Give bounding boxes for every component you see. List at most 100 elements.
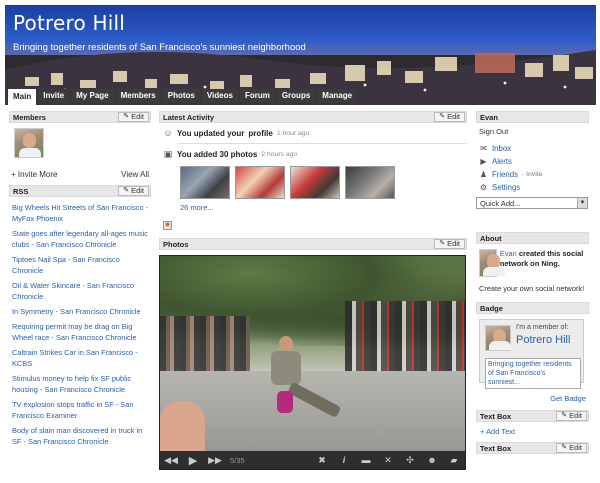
fullscreen-icon[interactable]: ✕ — [377, 455, 399, 466]
photos-edit-button[interactable]: ✎ Edit — [434, 239, 465, 249]
tab-photos[interactable]: Photos — [162, 89, 200, 103]
rss-item[interactable]: Big Wheels Hit Streets of San Francisco … — [12, 202, 148, 224]
site-tagline: Bringing together residents of San Franc… — [13, 42, 306, 53]
rss-item[interactable]: Oil & Water Skincare - San Francisco Chr… — [12, 280, 148, 302]
photo-slideshow[interactable]: ◀◀ ▶ ▶▶ 5/35 ✖ i ▬ ✕ ✣ ☻ ▰ — [159, 255, 466, 470]
activity-module-header: Latest Activity ✎ Edit — [159, 111, 467, 123]
settings-link[interactable]: ⚙ Settings — [479, 181, 586, 193]
add-text-link[interactable]: + Add Text — [480, 427, 589, 436]
member-avatar[interactable] — [14, 128, 44, 158]
add-user-icon[interactable]: ☻ — [421, 455, 443, 466]
more-photos-link[interactable]: 26 more... — [180, 203, 467, 212]
tab-videos[interactable]: Videos — [201, 89, 238, 103]
textbox-module-header: Text Box ✎ Edit — [476, 410, 589, 422]
tab-forum[interactable]: Forum — [239, 89, 275, 103]
members-edit-button[interactable]: ✎ Edit — [118, 112, 149, 122]
textbox-title: Text Box — [480, 411, 512, 421]
invite-more-link[interactable]: + Invite More — [11, 170, 57, 179]
edit-label: Edit — [131, 186, 144, 195]
activity-time: 1 hour ago — [276, 129, 310, 137]
edit-label: Edit — [447, 112, 460, 121]
share-icon[interactable]: ✣ — [399, 455, 421, 466]
slideshow-photo — [255, 336, 342, 431]
user-panel-header: Evan — [476, 111, 589, 123]
settings-icon: ⚙ — [479, 182, 488, 192]
chevron-down-icon: ▼ — [577, 198, 587, 208]
rss-item[interactable]: Body of slain man discovered in truck in… — [12, 425, 148, 447]
alerts-icon: ▶ — [480, 156, 487, 166]
activity-edit-button[interactable]: ✎ Edit — [434, 112, 465, 122]
next-icon[interactable]: ▶▶ — [204, 455, 226, 466]
pencil-icon: ✎ — [561, 444, 568, 451]
profile-link[interactable]: profile — [248, 129, 272, 138]
rss-item[interactable]: Requiring permit may be drag on Big Whee… — [12, 321, 148, 343]
inbox-link[interactable]: ✉ Inbox — [479, 142, 586, 154]
invite-friends-link[interactable]: - Invite — [522, 171, 542, 178]
rss-item[interactable]: In Symmetry - San Francisco Chronicle — [12, 306, 148, 317]
alerts-link[interactable]: ▶ Alerts — [479, 155, 586, 167]
tab-main[interactable]: Main — [8, 89, 37, 105]
right-column: Evan Sign Out ✉ Inbox ▶ Alerts ♟ Friends - I… — [476, 111, 589, 454]
textbox2-module-header: Text Box ✎ Edit — [476, 442, 589, 454]
menu-icon[interactable]: ▬ — [355, 455, 377, 466]
photo-thumbnail[interactable] — [290, 166, 340, 199]
activity-time: 2 hours ago — [261, 151, 298, 158]
photo-thumbnail[interactable] — [235, 166, 285, 199]
tab-members[interactable]: Members — [115, 89, 161, 103]
tab-manage[interactable]: Manage — [317, 89, 358, 103]
close-icon[interactable]: ✖ — [311, 455, 333, 466]
pencil-icon: ✎ — [123, 187, 130, 194]
slide-counter: 5/35 — [230, 455, 245, 465]
left-column: Members ✎ Edit + Invite More View All RSS… — [9, 111, 151, 451]
creator-link[interactable]: Evan — [500, 249, 517, 258]
site-title[interactable]: Potrero Hill — [13, 11, 125, 35]
rss-item[interactable]: Caltrain Strikes Car in San Francisco - … — [12, 347, 148, 369]
about-module-header: About — [476, 232, 589, 244]
activity-item-profile: ☺ You updated your profile 1 hour ago — [163, 128, 467, 138]
textbox2-title: Text Box — [480, 443, 512, 453]
person-icon: ☺ — [163, 128, 173, 138]
photos-module-header: Photos ✎ Edit — [159, 238, 467, 250]
photo-thumbnail[interactable] — [180, 166, 230, 199]
photo-icon: ▣ — [163, 149, 173, 159]
rss-item[interactable]: Tiptoes Nail Spa - San Francisco Chronic… — [12, 254, 148, 276]
quick-add-select[interactable]: Quick Add... ▼ — [476, 197, 588, 209]
rss-module-header: RSS ✎ Edit — [9, 185, 151, 197]
about-content: Evan created this social network on Ning… — [479, 249, 589, 277]
site-header: Potrero Hill Bringing together residents… — [5, 5, 596, 105]
badge-tagline: Bringing together residents of San Franc… — [485, 358, 581, 389]
quick-add-value: Quick Add... — [480, 198, 521, 208]
tab-my-page[interactable]: My Page — [71, 89, 114, 103]
pencil-icon: ✎ — [439, 113, 446, 120]
play-icon[interactable]: ▶ — [182, 454, 204, 467]
rewind-icon[interactable]: ◀◀ — [160, 455, 182, 466]
sign-out-link[interactable]: Sign Out — [479, 127, 586, 136]
activity-title: Latest Activity — [163, 112, 214, 122]
tab-groups[interactable]: Groups — [276, 89, 316, 103]
friends-icon: ♟ — [479, 169, 488, 179]
tab-invite[interactable]: Invite — [38, 89, 70, 103]
rss-item[interactable]: TV explosion stops traffic in SF - San F… — [12, 399, 148, 421]
rss-item[interactable]: Stimulus money to help fix SF public hou… — [12, 373, 148, 395]
user-panel: Sign Out ✉ Inbox ▶ Alerts ♟ Friends - Invite… — [476, 123, 589, 193]
view-all-link[interactable]: View All — [121, 170, 149, 179]
comment-icon[interactable]: ▰ — [443, 455, 465, 466]
creator-avatar[interactable] — [479, 249, 505, 277]
inbox-icon: ✉ — [480, 143, 487, 153]
divider — [177, 143, 467, 144]
textbox2-edit-button[interactable]: ✎ Edit — [556, 443, 587, 453]
info-icon[interactable]: i — [333, 455, 355, 466]
get-badge-link[interactable]: Get Badge — [476, 394, 586, 403]
friends-label: Friends — [492, 169, 518, 179]
rss-item[interactable]: State goes after legendary all-ages musi… — [12, 228, 148, 250]
inbox-label: Inbox — [492, 143, 512, 153]
about-creator: Evan created this social network on Ning… — [500, 249, 589, 277]
textbox-edit-button[interactable]: ✎ Edit — [556, 411, 587, 421]
settings-label: Settings — [492, 182, 521, 192]
friends-link[interactable]: ♟ Friends - Invite — [479, 168, 586, 180]
photo-thumbnail[interactable] — [345, 166, 395, 199]
network-badge[interactable]: I'm a member of: Potrero Hill Bringing t… — [479, 319, 584, 389]
create-network-link[interactable]: Create your own social network! — [479, 284, 586, 294]
rss-icon[interactable]: ◉ — [163, 221, 172, 230]
rss-edit-button[interactable]: ✎ Edit — [118, 186, 149, 196]
